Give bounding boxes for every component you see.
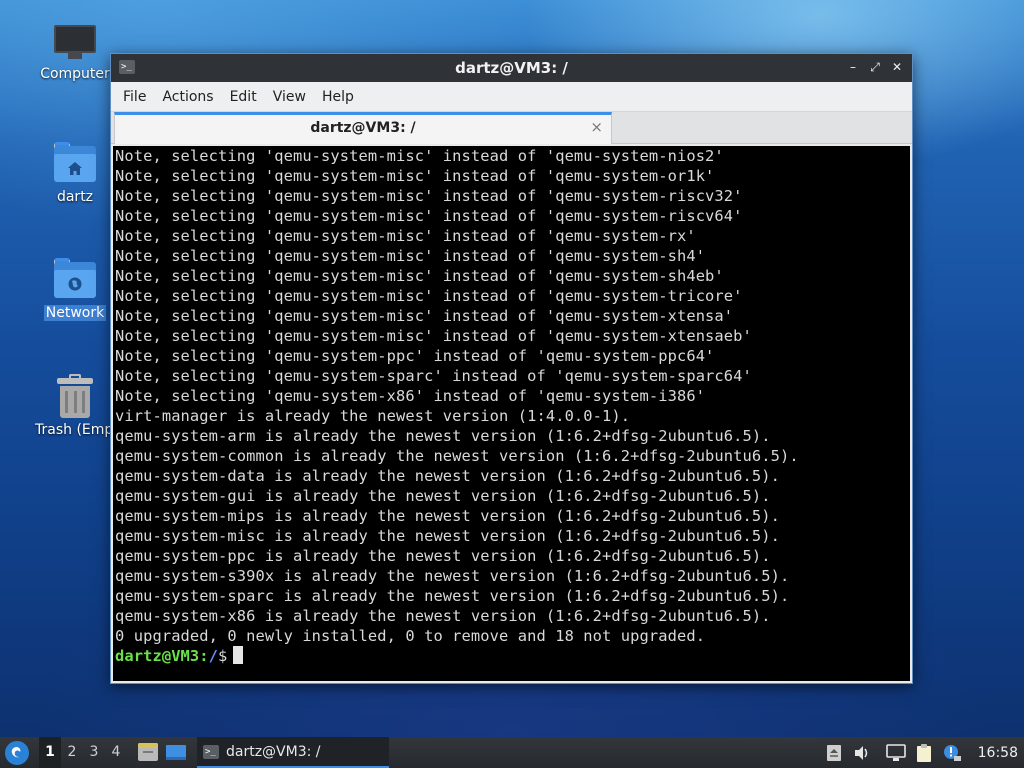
terminal-window[interactable]: >_ dartz@VM3: / – ⤢ ✕ File Actions Edit … bbox=[110, 53, 913, 684]
close-button[interactable]: ✕ bbox=[888, 58, 906, 76]
terminal-line: 0 upgraded, 0 newly installed, 0 to remo… bbox=[115, 627, 706, 645]
menu-file[interactable]: File bbox=[117, 89, 152, 105]
terminal-line: qemu-system-arm is already the newest ve… bbox=[115, 427, 771, 445]
terminal-line: qemu-system-sparc is already the newest … bbox=[115, 587, 790, 605]
taskbar: 1 2 3 4 >_ dartz@VM3: / 16:58 bbox=[0, 737, 1024, 768]
terminal-line: Note, selecting 'qemu-system-misc' inste… bbox=[115, 167, 715, 185]
tab-close-icon[interactable]: × bbox=[590, 118, 603, 136]
update-notifier-button[interactable] bbox=[942, 743, 962, 763]
terminal-icon: >_ bbox=[203, 744, 219, 759]
terminal-line: Note, selecting 'qemu-system-x86' instea… bbox=[115, 387, 706, 405]
workspace-4[interactable]: 4 bbox=[105, 737, 127, 768]
menubar: File Actions Edit View Help bbox=[111, 82, 912, 112]
terminal-line: qemu-system-s390x is already the newest … bbox=[115, 567, 790, 585]
terminal-line: qemu-system-mips is already the newest v… bbox=[115, 507, 780, 525]
tab-label: dartz@VM3: / bbox=[310, 120, 416, 136]
tab-terminal[interactable]: dartz@VM3: / × bbox=[114, 112, 612, 144]
clipboard-button[interactable] bbox=[914, 743, 934, 763]
window-title: dartz@VM3: / bbox=[455, 59, 568, 77]
prompt-user-host: dartz@VM3 bbox=[115, 647, 200, 665]
volume-button[interactable] bbox=[852, 743, 872, 763]
clock[interactable]: 16:58 bbox=[978, 745, 1018, 761]
desktop-icon-label: dartz bbox=[56, 189, 94, 205]
terminal-line: Note, selecting 'qemu-system-misc' inste… bbox=[115, 307, 734, 325]
terminal-line: Note, selecting 'qemu-system-misc' inste… bbox=[115, 287, 743, 305]
start-menu-button[interactable] bbox=[5, 740, 29, 765]
clipboard-icon bbox=[916, 743, 931, 762]
terminal-line: Note, selecting 'qemu-system-ppc' instea… bbox=[115, 347, 715, 365]
menu-edit[interactable]: Edit bbox=[224, 89, 263, 105]
terminal-line: Note, selecting 'qemu-system-sparc' inst… bbox=[115, 367, 752, 385]
terminal-line: Note, selecting 'qemu-system-misc' inste… bbox=[115, 227, 696, 245]
minimize-button[interactable]: – bbox=[844, 58, 862, 76]
terminal-line: Note, selecting 'qemu-system-misc' inste… bbox=[115, 207, 743, 225]
show-desktop-icon bbox=[166, 744, 186, 760]
volume-icon bbox=[854, 745, 867, 760]
system-tray: 16:58 bbox=[824, 737, 1024, 768]
menu-help[interactable]: Help bbox=[316, 89, 360, 105]
file-manager-icon bbox=[138, 742, 158, 761]
trash-icon bbox=[57, 374, 93, 418]
terminal-line: qemu-system-common is already the newest… bbox=[115, 447, 799, 465]
terminal-line: Note, selecting 'qemu-system-misc' inste… bbox=[115, 247, 706, 265]
terminal-line: Note, selecting 'qemu-system-misc' inste… bbox=[115, 267, 724, 285]
network-tray-icon bbox=[885, 743, 906, 761]
workspace-2[interactable]: 2 bbox=[61, 737, 83, 768]
window-titlebar[interactable]: >_ dartz@VM3: / – ⤢ ✕ bbox=[111, 54, 912, 82]
workspace-3[interactable]: 3 bbox=[83, 737, 105, 768]
terminal-output[interactable]: Note, selecting 'qemu-system-misc' inste… bbox=[113, 146, 910, 681]
monitor-icon bbox=[54, 25, 96, 59]
menu-actions[interactable]: Actions bbox=[156, 89, 219, 105]
terminal-line: qemu-system-data is already the newest v… bbox=[115, 467, 780, 485]
terminal-line: qemu-system-gui is already the newest ve… bbox=[115, 487, 771, 505]
start-menu-icon bbox=[11, 746, 21, 757]
taskbar-terminal-task[interactable]: >_ dartz@VM3: / bbox=[197, 737, 389, 768]
text-cursor bbox=[233, 646, 244, 664]
network-tray-button[interactable] bbox=[885, 743, 906, 763]
terminal-line: virt-manager is already the newest versi… bbox=[115, 407, 631, 425]
terminal-line: Note, selecting 'qemu-system-misc' inste… bbox=[115, 187, 743, 205]
prompt-path: / bbox=[208, 647, 219, 665]
tab-bar: dartz@VM3: / × bbox=[111, 112, 912, 144]
notes-icon bbox=[826, 744, 841, 761]
task-label: dartz@VM3: / bbox=[226, 743, 321, 760]
desktop-icon-label: Network bbox=[43, 305, 107, 321]
desktop-icon-label: Computer bbox=[40, 66, 110, 82]
menu-view[interactable]: View bbox=[267, 89, 312, 105]
terminal-line: qemu-system-misc is already the newest v… bbox=[115, 527, 780, 545]
prompt-separator: : bbox=[199, 647, 209, 665]
file-manager-button[interactable] bbox=[137, 742, 159, 764]
terminal-line: Note, selecting 'qemu-system-misc' inste… bbox=[115, 327, 752, 345]
update-notifier-icon bbox=[943, 744, 961, 761]
network-folder-icon bbox=[54, 258, 96, 298]
terminal-line: qemu-system-x86 is already the newest ve… bbox=[115, 607, 771, 625]
home-folder-icon bbox=[54, 142, 96, 182]
desktop-icon-label: Trash (Empty) bbox=[35, 422, 117, 438]
maximize-button[interactable]: ⤢ bbox=[866, 58, 884, 76]
terminal-line: qemu-system-ppc is already the newest ve… bbox=[115, 547, 771, 565]
workspace-1[interactable]: 1 bbox=[39, 737, 61, 768]
notes-button[interactable] bbox=[824, 743, 844, 763]
show-desktop-button[interactable] bbox=[165, 742, 187, 764]
terminal-prompt[interactable]: dartz@VM3:/$ bbox=[115, 646, 910, 666]
prompt-symbol: $ bbox=[218, 647, 228, 665]
terminal-line: Note, selecting 'qemu-system-misc' inste… bbox=[115, 147, 724, 165]
